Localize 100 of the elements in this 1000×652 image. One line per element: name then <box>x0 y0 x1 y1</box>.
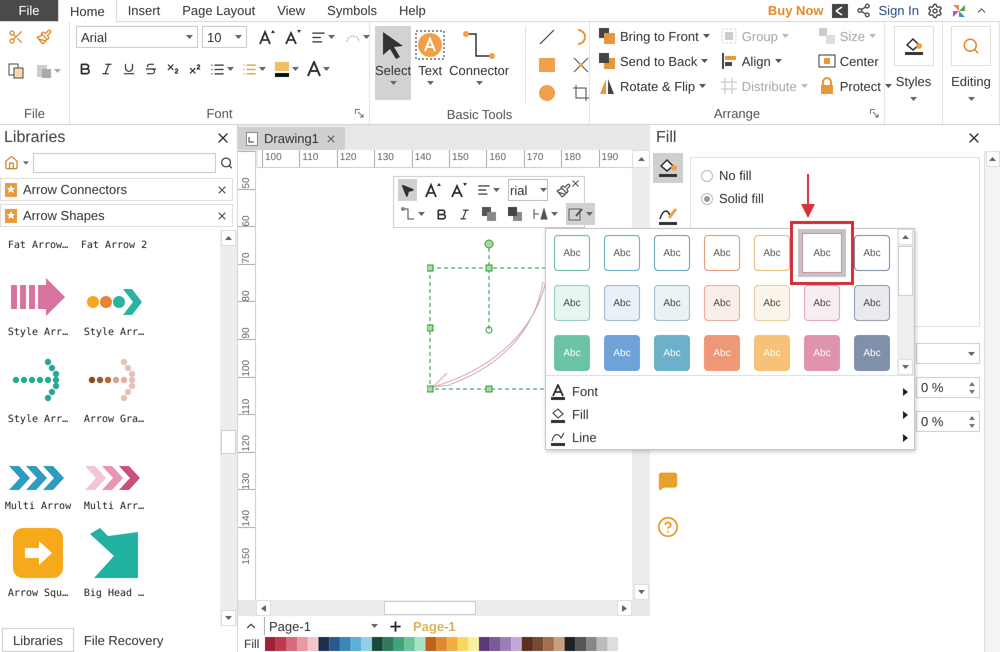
scroll-thumb[interactable] <box>384 601 476 615</box>
cross-icon <box>572 56 590 74</box>
style-swatch[interactable]: Abc <box>704 235 740 271</box>
tool-button[interactable]: Connector <box>449 26 510 100</box>
search-icon[interactable] <box>220 155 233 171</box>
menu-item[interactable]: Line <box>546 426 914 449</box>
scrollbar[interactable] <box>220 230 237 626</box>
style-swatch[interactable]: Abc <box>754 235 790 271</box>
style-swatch[interactable]: Abc <box>554 285 590 321</box>
editing-button[interactable]: Editing <box>943 22 999 101</box>
caret-icon <box>782 34 789 38</box>
file-menu-button[interactable]: File <box>0 0 58 21</box>
search-icon <box>962 37 980 55</box>
diagonal-arrow-icon <box>88 528 140 578</box>
dots-chevron-icon <box>85 287 143 317</box>
style-swatch[interactable]: Abc <box>802 233 842 273</box>
style-swatch[interactable]: Abc <box>854 285 890 321</box>
library-category[interactable]: Arrow Connectors <box>0 178 233 201</box>
arrange-button[interactable]: Align <box>718 49 810 73</box>
style-swatch[interactable]: Abc <box>854 235 890 271</box>
style-button[interactable] <box>566 203 595 225</box>
close-icon[interactable] <box>570 178 581 189</box>
chevrons-icon <box>9 465 67 491</box>
font-select[interactable]: rial <box>508 179 548 201</box>
style-swatch[interactable]: Abc <box>604 285 640 321</box>
grow-font-icon <box>259 29 275 45</box>
style-swatch[interactable]: Abc <box>654 285 690 321</box>
select-button[interactable] <box>398 179 417 201</box>
dialog-launcher-icon[interactable] <box>355 109 364 118</box>
style-swatch[interactable]: Abc <box>754 285 790 321</box>
ribbon-tab[interactable]: View <box>266 0 316 21</box>
arrange-button[interactable]: Send to Back <box>596 49 712 73</box>
flip-icon <box>598 77 616 95</box>
arrow-square-icon <box>13 528 63 578</box>
shrink-font-icon <box>285 29 301 45</box>
tool-button[interactable]: Select <box>375 26 412 100</box>
ribbon-tab[interactable]: Home <box>58 0 117 22</box>
menu-item[interactable]: Font <box>546 380 914 403</box>
dropdown-field[interactable] <box>916 343 980 364</box>
rectangle-icon <box>538 56 556 74</box>
close-icon[interactable] <box>216 184 228 196</box>
ruler-label: 80 <box>240 289 252 302</box>
color-palette-drawing[interactable] <box>265 637 620 651</box>
spinner-field[interactable]: 0 % <box>916 411 980 432</box>
right-arrow-icon <box>622 604 627 612</box>
arrange-button[interactable]: Rotate & Flip <box>596 74 712 98</box>
caret-icon <box>800 84 808 88</box>
style-swatch[interactable]: Abc <box>604 235 640 271</box>
panel-tab[interactable]: Libraries <box>2 628 74 652</box>
scrollbar[interactable] <box>984 151 1000 652</box>
ribbon-tab[interactable]: Page Layout <box>171 0 266 21</box>
scroll-up-button[interactable] <box>632 150 650 168</box>
scrollbar[interactable] <box>897 229 914 375</box>
list-icon <box>210 62 225 76</box>
scroll-thumb[interactable] <box>221 430 236 454</box>
scroll-thumb[interactable] <box>898 246 913 296</box>
scrollbar[interactable] <box>256 600 632 616</box>
align-left-icon <box>311 30 326 44</box>
grow-font-icon <box>425 182 441 198</box>
ruler-label: 130 <box>374 150 412 167</box>
shape-label: Fat Arrow 2 <box>80 240 148 251</box>
close-icon[interactable] <box>216 210 228 222</box>
ruler-label: 120 <box>240 434 252 452</box>
radio-button[interactable] <box>701 170 713 182</box>
help-icon <box>657 516 679 538</box>
font-family-select[interactable]: Arial <box>76 26 198 48</box>
page-select[interactable]: Page-1 <box>264 617 382 635</box>
style-swatch[interactable]: Abc <box>804 285 840 321</box>
arrange-button[interactable]: Bring to Front <box>596 24 712 48</box>
settings-icon[interactable] <box>927 2 943 18</box>
star-badge-icon <box>5 182 17 196</box>
tool-button[interactable]: Text <box>415 26 446 100</box>
fill-tab-button[interactable] <box>653 153 683 183</box>
font-size-select[interactable]: 10 <box>202 26 247 48</box>
ribbon-tab[interactable]: Insert <box>116 0 172 21</box>
caret-icon <box>638 157 644 161</box>
dialog-launcher-icon[interactable] <box>870 109 879 118</box>
style-swatch[interactable]: Abc <box>704 285 740 321</box>
radio-option[interactable]: No fill <box>701 168 969 183</box>
home-icon[interactable] <box>4 154 19 172</box>
library-category[interactable]: Arrow Shapes <box>0 204 233 227</box>
ribbon-tab[interactable]: Help <box>388 0 437 21</box>
line-style-icon <box>657 205 679 227</box>
style-swatch[interactable]: Abc <box>654 235 690 271</box>
ribbon-tab[interactable]: Symbols <box>316 0 388 21</box>
menu-item[interactable]: Fill <box>546 403 914 426</box>
caret-icon <box>699 84 706 88</box>
align-left-icon <box>477 183 491 197</box>
spinner-field[interactable]: 0 % <box>916 377 980 398</box>
share-board-icon <box>832 4 848 18</box>
search-field[interactable] <box>32 153 216 173</box>
radio-option[interactable]: Solid fill <box>701 191 969 206</box>
add-page-icon[interactable] <box>388 618 403 634</box>
document-tab[interactable]: Drawing1 <box>238 127 345 150</box>
radio-button[interactable] <box>701 192 713 204</box>
caret-icon <box>259 67 266 71</box>
caret-icon <box>540 188 547 192</box>
sign-in-link[interactable]: Sign In <box>878 3 919 18</box>
style-swatch[interactable]: Abc <box>554 235 590 271</box>
share-icon[interactable] <box>856 3 871 18</box>
